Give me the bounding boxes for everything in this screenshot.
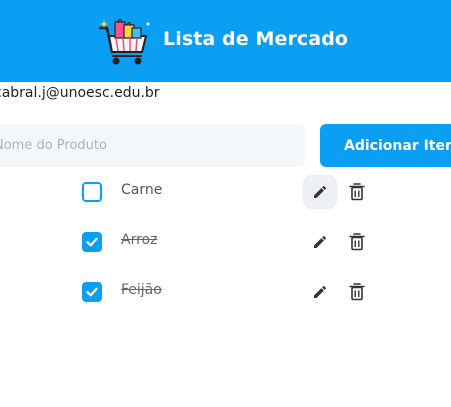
delete-button[interactable] bbox=[347, 281, 367, 303]
edit-button[interactable] bbox=[303, 175, 337, 209]
pencil-icon bbox=[314, 285, 327, 298]
item-checkbox[interactable] bbox=[82, 182, 102, 202]
checkmark-icon bbox=[86, 287, 98, 297]
trash-icon bbox=[349, 233, 365, 251]
pencil-icon bbox=[314, 185, 327, 198]
shopping-cart-with-bags-icon bbox=[98, 18, 150, 65]
trash-icon bbox=[349, 183, 365, 201]
trash-icon bbox=[349, 283, 365, 301]
list-item: Carne bbox=[0, 172, 451, 212]
app-header: Lista de Mercado bbox=[0, 0, 451, 82]
item-checkbox[interactable] bbox=[82, 232, 102, 252]
user-email: cabral.j@unoesc.edu.br bbox=[0, 85, 160, 101]
delete-button[interactable] bbox=[347, 231, 367, 253]
list-item: Arroz bbox=[0, 222, 451, 262]
item-checkbox[interactable] bbox=[82, 282, 102, 302]
pencil-icon bbox=[314, 235, 327, 248]
item-label: Carne bbox=[121, 182, 163, 198]
delete-button[interactable] bbox=[347, 181, 367, 203]
list-item: Feijão bbox=[0, 272, 451, 312]
checkmark-icon bbox=[86, 237, 98, 247]
edit-button[interactable] bbox=[303, 225, 337, 259]
add-item-button[interactable]: Adicionar Item bbox=[320, 124, 451, 167]
app-title: Lista de Mercado bbox=[163, 28, 349, 50]
item-label: Arroz bbox=[121, 232, 158, 248]
product-name-input[interactable] bbox=[0, 124, 305, 167]
item-label: Feijão bbox=[121, 282, 162, 298]
edit-button[interactable] bbox=[303, 275, 337, 309]
